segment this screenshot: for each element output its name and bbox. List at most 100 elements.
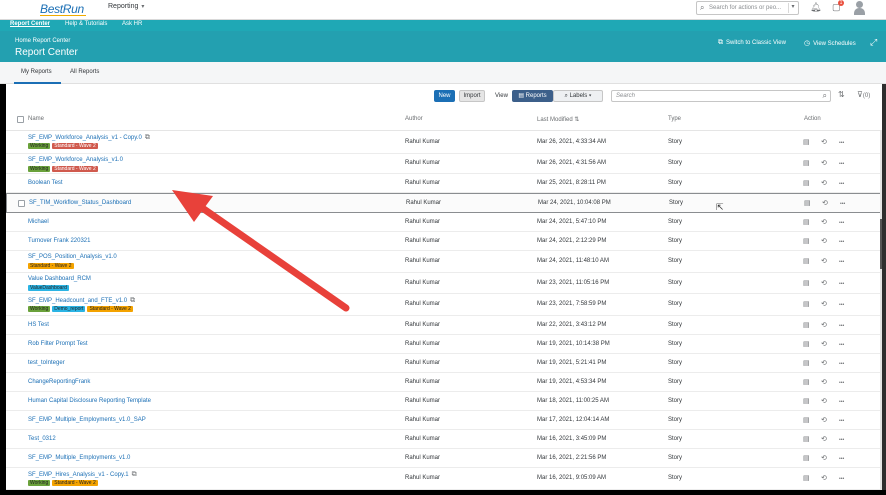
open-icon[interactable]: ▤	[803, 300, 810, 308]
more-icon[interactable]: •••	[839, 220, 844, 226]
more-icon[interactable]: •••	[839, 361, 844, 367]
open-icon[interactable]: ▤	[803, 138, 810, 146]
table-row[interactable]: SF_EMP_Workforce_Analysis_v1.0 Working Sta…	[6, 154, 882, 174]
report-name-link[interactable]: SF_EMP_Workforce_Analysis_v1.0	[28, 157, 123, 163]
open-icon[interactable]: ▤	[803, 321, 810, 329]
report-name-link[interactable]: Test_0312	[28, 436, 56, 442]
more-icon[interactable]: •••	[840, 201, 845, 207]
subnav-ask-hr[interactable]: Ask HR	[122, 21, 142, 27]
report-name-link[interactable]: Michael	[28, 219, 49, 225]
open-icon[interactable]: ▤	[803, 454, 810, 462]
share-icon[interactable]: ⟲	[821, 237, 827, 245]
open-icon[interactable]: ▤	[803, 378, 810, 386]
report-name-link[interactable]: Turnover Frank 220321	[28, 238, 90, 244]
breadcrumb[interactable]: Home Report Center	[15, 38, 70, 44]
row-checkbox[interactable]	[18, 200, 25, 207]
view-reports-button[interactable]: ▤ Reports	[512, 90, 553, 102]
open-icon[interactable]: ▤	[803, 237, 810, 245]
more-icon[interactable]: •••	[839, 399, 844, 405]
reporting-menu[interactable]: Reporting ▾	[108, 3, 144, 10]
more-icon[interactable]: •••	[839, 437, 844, 443]
share-icon[interactable]: ⟲	[821, 179, 827, 187]
label-tag[interactable]: ValueDashboard	[28, 285, 69, 291]
share-icon[interactable]: ⟲	[822, 199, 828, 207]
label-tag[interactable]: Standard - Wave 2	[52, 143, 98, 149]
open-icon[interactable]: ▤	[803, 257, 810, 265]
share-icon[interactable]: ⟲	[821, 138, 827, 146]
report-name-link[interactable]: Rob Filter Prompt Test	[28, 341, 88, 347]
fullscreen-icon[interactable]: ⤢	[870, 37, 877, 48]
share-icon[interactable]: ⟲	[821, 300, 827, 308]
open-icon[interactable]: ▤	[803, 359, 810, 367]
report-name-link[interactable]: Boolean Test	[28, 180, 63, 186]
more-icon[interactable]: •••	[839, 281, 844, 287]
open-icon[interactable]: ▤	[803, 435, 810, 443]
search-icon[interactable]: ⌕	[823, 91, 827, 101]
report-name-link[interactable]: HS Test	[28, 322, 49, 328]
table-row[interactable]: Test_0312 Rahul Kumar Mar 16, 2021, 3:45:0…	[6, 430, 882, 449]
view-labels-button[interactable]: ⌕ Labels ▾	[553, 90, 603, 102]
open-icon[interactable]: ▤	[803, 179, 810, 187]
column-header-last-modified[interactable]: Last Modified ⇅	[537, 116, 579, 123]
label-tag[interactable]: Demo_report	[52, 306, 86, 312]
open-icon[interactable]: ▤	[803, 340, 810, 348]
table-row[interactable]: Turnover Frank 220321 Rahul Kumar Mar 24, …	[6, 232, 882, 251]
table-row[interactable]: SF_EMP_Multiple_Employments_v1.0 Rahul Ku…	[6, 449, 882, 468]
more-icon[interactable]: •••	[839, 418, 844, 424]
more-icon[interactable]: •••	[839, 323, 844, 329]
report-name-link[interactable]: SF_EMP_Hires_Analysis_v1 - Copy.1 ⧉	[28, 471, 137, 479]
report-name-link[interactable]: SF_EMP_Workforce_Analysis_v1 - Copy.0 ⧉	[28, 134, 150, 142]
subnav-report-center[interactable]: Report Center	[10, 21, 50, 27]
select-all-checkbox[interactable]	[17, 116, 24, 123]
report-name-link[interactable]: Human Capital Disclosure Reporting Templ…	[28, 398, 151, 404]
import-button[interactable]: Import	[459, 90, 485, 102]
share-icon[interactable]: ⟲	[821, 397, 827, 405]
open-icon[interactable]: ▤	[803, 159, 810, 167]
table-row[interactable]: SF_EMP_Headcount_and_FTE_v1.0 ⧉ Working Dem…	[6, 294, 882, 316]
more-icon[interactable]: •••	[839, 476, 844, 482]
report-name-link[interactable]: test_toInteger	[28, 360, 65, 366]
table-row[interactable]: SF_EMP_Multiple_Employments_v1.0_SAP Rahu…	[6, 411, 882, 430]
switch-classic-view-button[interactable]: ⧉ Switch to Classic View	[718, 39, 786, 47]
table-row[interactable]: HS Test Rahul Kumar Mar 22, 2021, 3:43:12 …	[6, 316, 882, 335]
report-name-link[interactable]: SF_EMP_Headcount_and_FTE_v1.0 ⧉	[28, 297, 135, 305]
share-icon[interactable]: ⟲	[821, 321, 827, 329]
column-header-type[interactable]: Type	[668, 116, 681, 122]
share-icon[interactable]: ⟲	[821, 454, 827, 462]
filter-button[interactable]: ⊽(0)	[857, 90, 870, 99]
share-icon[interactable]: ⟲	[821, 257, 827, 265]
column-header-author[interactable]: Author	[405, 116, 423, 122]
label-tag[interactable]: Standard - Wave 2	[52, 166, 98, 172]
label-tag[interactable]: Standard - Wave 2	[87, 306, 133, 312]
global-search-input[interactable]: ⌕ Search for actions or peo... ▾	[696, 1, 799, 15]
share-icon[interactable]: ⟲	[821, 340, 827, 348]
open-icon[interactable]: ▤	[803, 397, 810, 405]
chevron-down-icon[interactable]: ▾	[788, 3, 797, 13]
share-icon[interactable]: ⟲	[821, 474, 827, 482]
report-name-link[interactable]: SF_POS_Position_Analysis_v1.0	[28, 254, 117, 260]
share-icon[interactable]: ⟲	[821, 218, 827, 226]
label-tag[interactable]: Working	[28, 480, 51, 486]
report-name-link[interactable]: SF_EMP_Multiple_Employments_v1.0_SAP	[28, 417, 146, 423]
report-name-link[interactable]: SF_TIM_Workflow_Status_Dashboard	[29, 200, 131, 206]
table-row[interactable]: SF_EMP_Workforce_Analysis_v1 - Copy.0 ⧉ Wo…	[6, 131, 882, 154]
tab-all-reports[interactable]: All Reports	[70, 69, 99, 75]
user-avatar-icon[interactable]	[853, 1, 866, 15]
bestrun-logo[interactable]: BestRun	[40, 2, 84, 16]
new-button[interactable]: New	[434, 90, 455, 102]
share-icon[interactable]: ⟲	[821, 416, 827, 424]
more-icon[interactable]: •••	[839, 140, 844, 146]
tab-my-reports[interactable]: My Reports	[21, 69, 52, 75]
share-icon[interactable]: ⟲	[821, 279, 827, 287]
table-row[interactable]: SF_TIM_Workflow_Status_Dashboard Rahul Ku…	[6, 193, 882, 213]
more-icon[interactable]: •••	[839, 181, 844, 187]
table-row[interactable]: Rob Filter Prompt Test Rahul Kumar Mar 19,…	[6, 335, 882, 354]
more-icon[interactable]: •••	[839, 259, 844, 265]
label-tag[interactable]: Standard - Wave 2	[52, 480, 98, 486]
report-search-input[interactable]: Search ⌕	[611, 90, 831, 102]
label-tag[interactable]: Working	[28, 306, 51, 312]
share-icon[interactable]: ⟲	[821, 159, 827, 167]
report-name-link[interactable]: SF_EMP_Multiple_Employments_v1.0	[28, 455, 130, 461]
open-icon[interactable]: ▤	[803, 416, 810, 424]
label-tag[interactable]: Working	[28, 166, 51, 172]
